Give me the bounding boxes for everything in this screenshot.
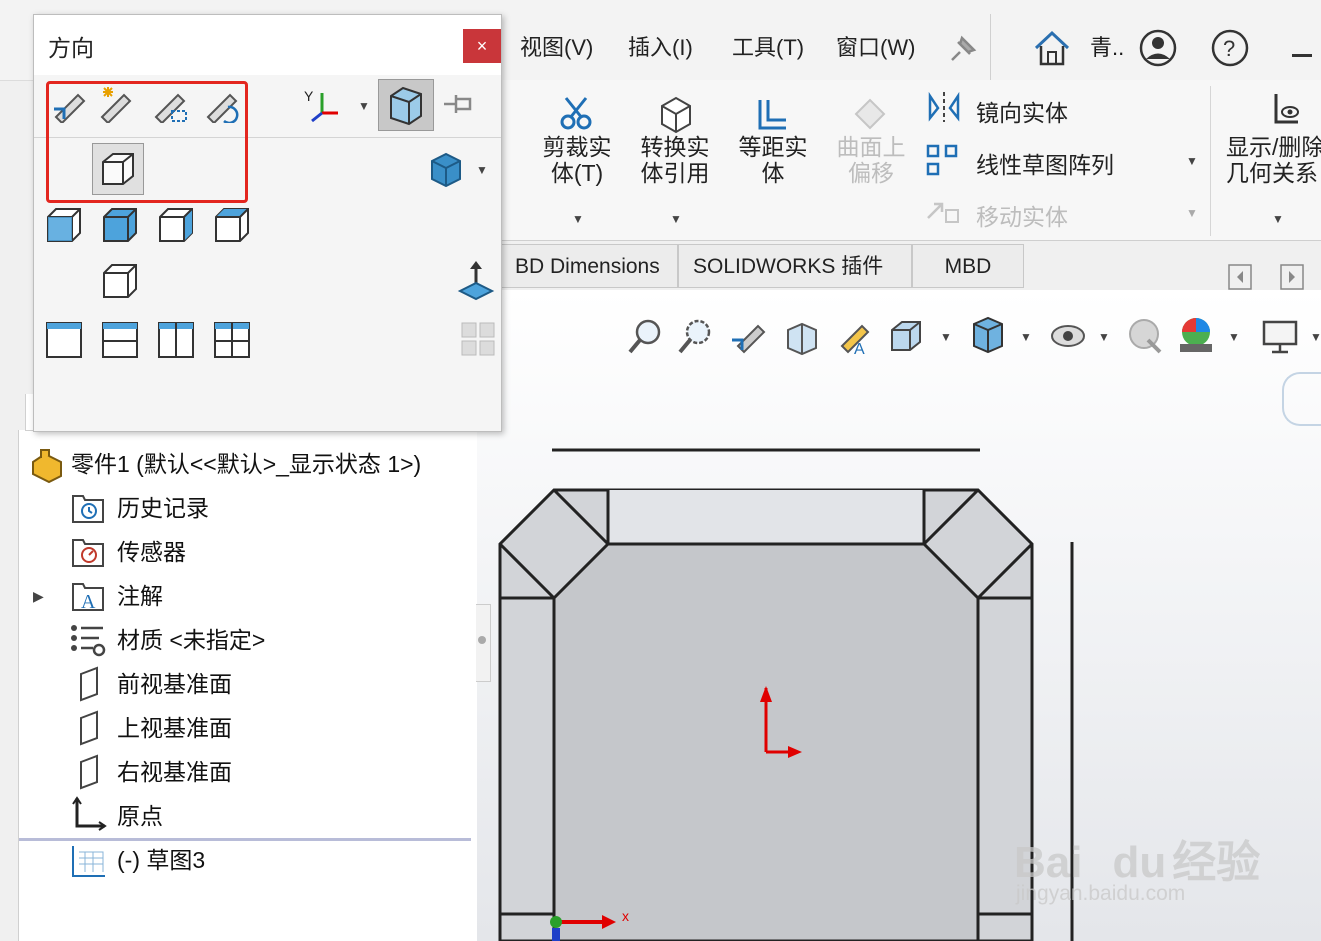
feature-manager-tree[interactable]: 零件1 (默认<<默认>_显示状态 1>) 历史记录 传感器 ▶ A 注解 材质…: [18, 394, 477, 941]
display-relations-button[interactable]: 显示/删除几何关系: [1226, 134, 1321, 186]
right-view-icon[interactable]: [212, 205, 252, 245]
svg-text:?: ?: [1223, 36, 1235, 61]
tree-item-material[interactable]: 材质 <未指定>: [117, 620, 265, 660]
two-view-horizontal-icon[interactable]: [100, 319, 140, 359]
tree-item-front-plane[interactable]: 前视基准面: [117, 664, 232, 704]
sensors-icon: [72, 539, 104, 567]
front-view-icon[interactable]: [44, 205, 84, 245]
two-view-vertical-icon[interactable]: [156, 319, 196, 359]
rollback-bar[interactable]: [19, 838, 471, 841]
close-button[interactable]: ×: [463, 29, 501, 63]
convert-entities-icon[interactable]: [656, 94, 696, 134]
tree-item-sensors[interactable]: 传感器: [117, 532, 186, 572]
offset-entities-button[interactable]: 等距实体: [730, 134, 816, 186]
menu-tools[interactable]: 工具(T): [732, 30, 804, 62]
help-icon[interactable]: ?: [1210, 28, 1250, 68]
pin-dialog-icon[interactable]: [442, 89, 472, 119]
normal-to-icon[interactable]: [456, 259, 496, 303]
expand-annotations-icon[interactable]: ▶: [33, 588, 44, 605]
minimize-icon[interactable]: [1292, 54, 1312, 57]
four-view-icon[interactable]: [212, 319, 252, 359]
panel-right-icon[interactable]: [1280, 264, 1304, 290]
menu-insert[interactable]: 插入(I): [628, 30, 693, 62]
highlight-annotation: [46, 81, 248, 203]
history-icon: [72, 495, 104, 523]
tree-item-top-plane[interactable]: 上视基准面: [117, 708, 232, 748]
command-manager-tabs: BD Dimensions SOLIDWORKS 插件 MBD: [500, 244, 1321, 290]
front-plane-icon: [80, 666, 98, 702]
pin-icon[interactable]: [948, 34, 978, 64]
watermark-url: jingyan.baidu.com: [1016, 882, 1186, 905]
offset-on-surface-button: 曲面上偏移: [836, 134, 906, 186]
linear-sketch-pattern-button[interactable]: 线性草图阵列: [976, 146, 1114, 180]
tab-mbd[interactable]: MBD: [912, 244, 1024, 288]
move-entities-button: 移动实体: [976, 204, 1068, 230]
tree-item-sketch3[interactable]: (-) 草图3: [117, 840, 205, 880]
convert-entities-button[interactable]: 转换实体引用: [632, 134, 718, 186]
convert-dropdown-caret[interactable]: ▼: [670, 212, 682, 226]
svg-text:A: A: [81, 591, 96, 612]
left-view-icon[interactable]: [156, 205, 196, 245]
pattern-dropdown-caret[interactable]: ▼: [1186, 154, 1198, 168]
menu-view[interactable]: 视图(V): [520, 30, 593, 62]
link-views-icon: [461, 322, 495, 356]
tab-mbd-dimensions[interactable]: BD Dimensions: [500, 244, 678, 288]
watermark-logo: Bai du 经验: [1014, 838, 1261, 887]
orientation-dialog: 方向 × Y ▼ ▼: [33, 14, 502, 432]
tree-item-right-plane[interactable]: 右视基准面: [117, 752, 232, 792]
svg-text:Y: Y: [304, 88, 314, 104]
sketch-icon: [72, 846, 105, 877]
tree-item-history[interactable]: 历史记录: [117, 488, 209, 528]
view-selector-cube-icon: [390, 86, 422, 126]
relations-dropdown-caret[interactable]: ▼: [1272, 212, 1284, 226]
move-dropdown-caret: ▼: [1186, 206, 1198, 220]
ribbon: 剪裁实体(T) ▼ 转换实体引用 ▼ 等距实体 曲面上偏移 镜向实体 线性草图阵…: [500, 80, 1321, 241]
mirror-entities-icon[interactable]: [924, 90, 964, 124]
part-icon: [32, 449, 62, 484]
tree-item-annotations[interactable]: 注解: [117, 576, 163, 616]
linear-sketch-pattern-icon[interactable]: [924, 142, 964, 178]
tree-item-origin[interactable]: 原点: [117, 796, 163, 836]
right-plane-icon: [80, 754, 98, 790]
display-relations-icon[interactable]: [1262, 90, 1302, 130]
view-selector-toggle[interactable]: [378, 79, 434, 131]
move-entities-icon: [927, 202, 959, 223]
view-selector-triad-icon[interactable]: Y: [302, 85, 346, 125]
tab-solidworks-addins[interactable]: SOLIDWORKS 插件: [678, 244, 912, 288]
offset-entities-icon[interactable]: [752, 94, 792, 134]
dialog-title: 方向: [48, 35, 94, 61]
top-view-icon[interactable]: [100, 261, 140, 301]
top-plane-icon: [80, 710, 98, 746]
annotations-icon: A: [72, 583, 104, 612]
origin-icon: [72, 796, 107, 831]
triad-dropdown-caret[interactable]: ▼: [358, 99, 370, 113]
trim-entities-icon[interactable]: [556, 94, 596, 134]
material-icon: [71, 625, 106, 657]
mirror-entities-button[interactable]: 镜向实体: [976, 94, 1068, 128]
trim-dropdown-caret[interactable]: ▼: [572, 212, 584, 226]
offset-on-surface-icon: [854, 98, 886, 130]
user-avatar-icon[interactable]: [1138, 28, 1178, 68]
trim-entities-button[interactable]: 剪裁实体(T): [534, 134, 620, 186]
home-icon[interactable]: [1032, 28, 1072, 68]
back-view-icon[interactable]: [100, 205, 140, 245]
part-root[interactable]: 零件1 (默认<<默认>_显示状态 1>): [71, 444, 421, 484]
shaded-view-caret[interactable]: ▼: [476, 163, 488, 177]
panel-left-icon[interactable]: [1228, 264, 1252, 290]
menu-window[interactable]: 窗口(W): [836, 30, 915, 62]
triad-x-label: x: [622, 908, 629, 924]
shaded-view-icon[interactable]: [428, 151, 464, 187]
user-name[interactable]: 青..: [1090, 30, 1124, 62]
graphics-area[interactable]: A ▼ ▼ ▼ ▼ ▼ x Bai du 经验 jingyan.baidu.co…: [476, 290, 1321, 941]
single-view-icon[interactable]: [44, 319, 84, 359]
